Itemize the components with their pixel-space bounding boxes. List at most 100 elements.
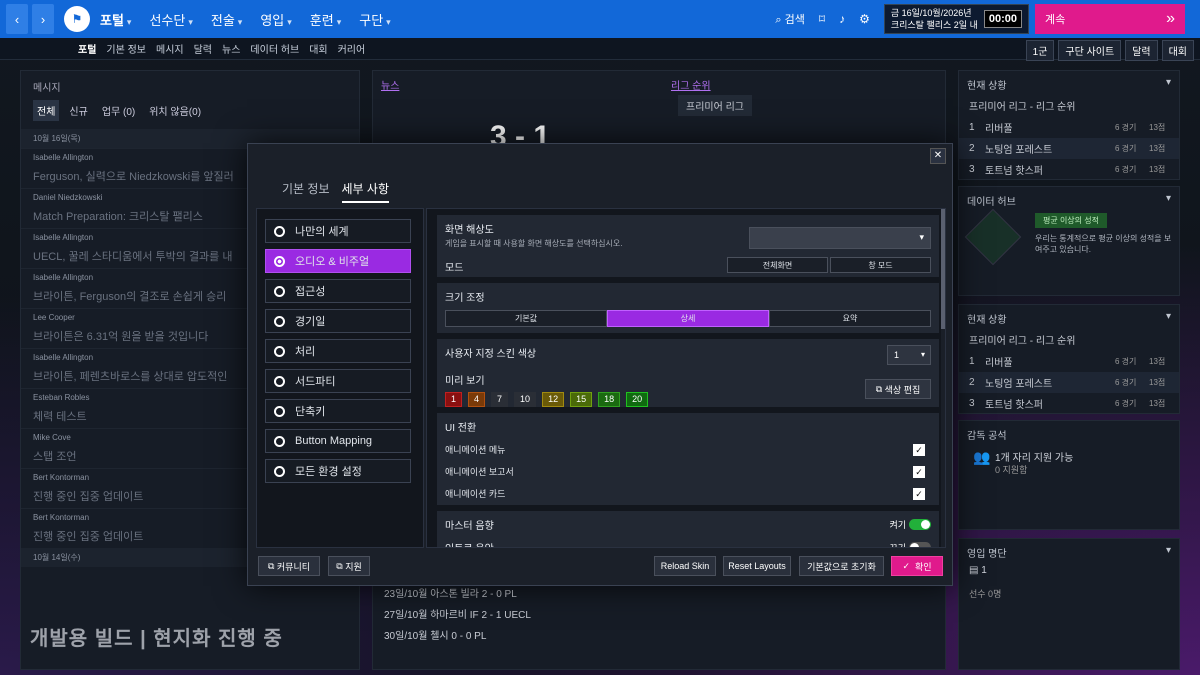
time-display: 00:00 (983, 10, 1022, 28)
competitions-button[interactable]: 대회 (1161, 40, 1194, 61)
nav-label: 서드파티 (295, 376, 336, 388)
skin-dropdown[interactable]: 1 ▾ (887, 345, 931, 365)
table-row[interactable]: 1 리버풀 6 경기 13점 (959, 351, 1179, 372)
calendar-button[interactable]: 달력 (1125, 40, 1158, 61)
animated-reports-checkbox[interactable]: ✓ (913, 465, 925, 478)
reset-layouts-button[interactable]: Reset Layouts (723, 556, 791, 576)
shortlist-sub: 선수 0명 (969, 589, 1002, 599)
close-button[interactable]: ✕ (930, 148, 946, 164)
table-row[interactable]: 3 토트넘 핫스퍼 6 경기 13점 (959, 159, 1179, 180)
menu-training[interactable]: 훈련 ▾ (310, 10, 341, 29)
animated-reports-row[interactable]: 애니메이션 보고서 ✓ (445, 465, 931, 478)
nav-label: 오디오 & 비주얼 (295, 256, 370, 268)
confirm-label: 확인 (915, 561, 932, 572)
edit-colors-button[interactable]: ⧉ 색상 편집 (865, 379, 931, 399)
menu-club[interactable]: 구단 ▾ (359, 10, 390, 29)
nav-all-preferences[interactable]: 모든 환경 설정 (265, 459, 411, 483)
messages-title: 메시지 (33, 83, 61, 94)
nav-button-mapping[interactable]: Button Mapping (265, 429, 411, 453)
resolution-dropdown[interactable]: ▾ (749, 227, 931, 249)
master-sound-label: 마스터 음향 (445, 521, 494, 532)
club-site-button[interactable]: 구단 사이트 (1058, 40, 1122, 61)
animated-cards-checkbox[interactable]: ✓ (913, 487, 925, 500)
news-link[interactable]: 뉴스 (381, 77, 399, 92)
subnav-overview[interactable]: 기본 정보 (106, 41, 146, 56)
nav-third-party[interactable]: 서드파티 (265, 369, 411, 393)
nav-audio-visual[interactable]: 오디오 & 비주얼 (265, 249, 411, 273)
nav-label: 접근성 (295, 286, 326, 298)
sizing-summary[interactable]: 요약 (769, 310, 931, 327)
scrollbar[interactable] (941, 209, 945, 547)
continue-button[interactable]: 계속 » (1035, 4, 1185, 34)
preferences-nav: 나만의 세계 오디오 & 비주얼 접근성 경기일 처리 서드파티 단축키 But… (256, 208, 424, 548)
menu-tactics[interactable]: 전술 ▾ (211, 10, 242, 29)
nav-processing[interactable]: 처리 (265, 339, 411, 363)
windowed-button[interactable]: 창 모드 (830, 257, 931, 273)
master-sound-toggle[interactable]: 켜기 (889, 518, 931, 531)
subnav-portal[interactable]: 포털 (78, 41, 96, 56)
scrollbar-thumb[interactable] (941, 209, 945, 329)
notification-icon[interactable]: ♪ (839, 12, 845, 26)
tab-new[interactable]: 신규 (65, 100, 91, 121)
back-button[interactable]: ‹ (6, 4, 28, 34)
community-button[interactable]: ⧉ 커뮤니티 (258, 556, 320, 576)
reset-defaults-button[interactable]: 기본값으로 초기화 (799, 556, 884, 576)
confirm-button[interactable]: ✓ 확인 (891, 556, 943, 576)
gear-icon[interactable]: ⚙ (859, 12, 870, 26)
radio-icon (274, 315, 285, 327)
table-row[interactable]: 1 리버풀 6 경기 13점 (959, 117, 1179, 138)
nav-label: 경기일 (295, 316, 326, 328)
league-selector[interactable]: 프리미어 리그 (678, 95, 752, 116)
staff-vacancy: 1개 자리 지원 가능 (995, 453, 1074, 464)
animated-cards-row[interactable]: 애니메이션 카드 ✓ (445, 487, 931, 500)
nav-match-day[interactable]: 경기일 (265, 309, 411, 333)
person-icon: 👥 (973, 449, 991, 465)
radio-icon (274, 435, 285, 447)
fullscreen-button[interactable]: 전체화면 (727, 257, 828, 273)
league-table-link[interactable]: 리그 순위 (671, 77, 711, 92)
subnav-news[interactable]: 뉴스 (222, 41, 240, 56)
menu-portal[interactable]: 포털 ▾ (100, 10, 131, 29)
tab-unread[interactable]: 위치 않음(0) (145, 100, 205, 121)
skin-title: 사용자 지정 스킨 색상 (445, 349, 537, 360)
tab-all[interactable]: 전체 (33, 100, 60, 121)
club-logo-icon[interactable]: ⚑ (64, 6, 90, 32)
subnav-career[interactable]: 커리어 (338, 41, 366, 56)
animated-menus-checkbox[interactable]: ✓ (913, 443, 925, 456)
chevron-down-icon[interactable]: ▾ (1166, 77, 1171, 92)
support-button[interactable]: ⧉ 지원 (328, 556, 370, 576)
sizing-detailed[interactable]: 상세 (607, 310, 769, 327)
radar-chart-icon (964, 208, 1022, 266)
fixture-row[interactable]: 30일/10월 첼시 0 - 0 PL (384, 627, 531, 642)
subnav-competitions[interactable]: 대회 (309, 41, 327, 56)
forward-button[interactable]: › (32, 4, 54, 34)
tab-general[interactable]: 기본 정보 (282, 180, 330, 203)
nav-my-world[interactable]: 나만의 세계 (265, 219, 411, 243)
chevron-down-icon[interactable]: ▾ (1166, 311, 1171, 326)
nav-accessibility[interactable]: 접근성 (265, 279, 411, 303)
chevron-down-icon[interactable]: ▾ (1166, 545, 1171, 560)
subnav-messages[interactable]: 메시지 (156, 41, 184, 56)
fixture-row[interactable]: 27일/10월 하마르비 IF 2 - 1 UECL (384, 606, 531, 621)
sizing-default[interactable]: 기본값 (445, 310, 607, 327)
nav-shortcuts[interactable]: 단축키 (265, 399, 411, 423)
subnav-datahub[interactable]: 데이터 허브 (250, 41, 299, 56)
first-team-button[interactable]: 1군 (1025, 40, 1055, 61)
bookmark-icon[interactable]: ⌑ (819, 12, 825, 26)
chevron-down-icon[interactable]: ▾ (1166, 193, 1171, 208)
reload-skin-button[interactable]: Reload Skin (654, 556, 716, 576)
tab-advanced[interactable]: 세부 사항 (341, 180, 389, 203)
tab-tasks[interactable]: 업무 (0) (98, 100, 139, 121)
menu-squad[interactable]: 선수단 ▾ (149, 10, 192, 29)
toggle-switch[interactable] (909, 519, 931, 530)
search-button[interactable]: ⌕ 검색 (775, 11, 804, 27)
subnav-calendar[interactable]: 달력 (194, 41, 212, 56)
table-row[interactable]: 2 노팅엄 포레스트 6 경기 13점 (959, 138, 1179, 159)
chip-12: 12 (542, 392, 565, 407)
table-row[interactable]: 2 노팅엄 포레스트 6 경기 13점 (959, 372, 1179, 393)
menu-transfers[interactable]: 영입 ▾ (260, 10, 291, 29)
date-box[interactable]: 금 16일/10월/2026년 크리스탈 팰리스 2일 내 00:00 (883, 4, 1029, 34)
fixture-row[interactable]: 23일/10월 아스톤 빌라 2 - 0 PL (384, 585, 531, 600)
table-row[interactable]: 3 토트넘 핫스퍼 6 경기 13점 (959, 393, 1179, 414)
animated-menus-row[interactable]: 애니메이션 메뉴 ✓ (445, 443, 931, 456)
